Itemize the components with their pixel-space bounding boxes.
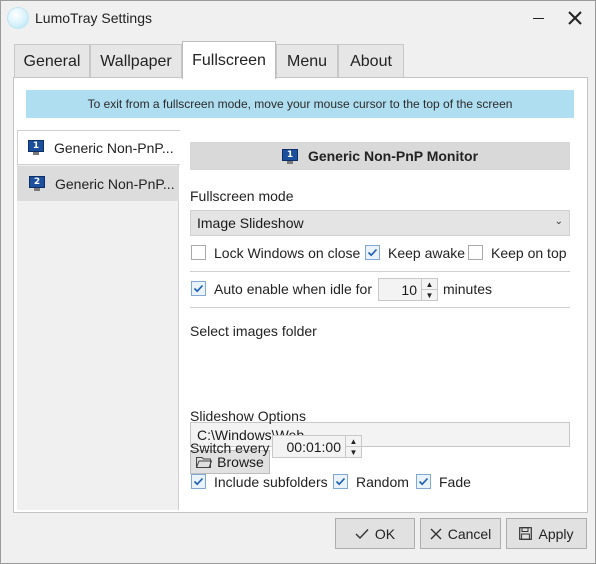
minutes-label: minutes bbox=[443, 281, 493, 297]
tab-wallpaper[interactable]: Wallpaper bbox=[90, 44, 182, 78]
keep-awake-label: Keep awake bbox=[388, 245, 466, 261]
fade-checkbox[interactable] bbox=[416, 474, 431, 489]
ok-button[interactable]: OK bbox=[335, 518, 415, 549]
close-button[interactable] bbox=[558, 1, 592, 35]
fade-label: Fade bbox=[439, 474, 471, 490]
fullscreen-mode-label: Fullscreen mode bbox=[190, 188, 294, 204]
check-icon bbox=[418, 477, 429, 486]
monitor-header: 1 Generic Non-PnP Monitor bbox=[190, 142, 570, 170]
stepper-down-icon[interactable]: ▼ bbox=[346, 446, 361, 457]
images-folder-label: Select images folder bbox=[190, 323, 317, 339]
monitor-list-item[interactable]: 2 Generic Non-PnP... bbox=[17, 166, 179, 201]
stepper-up-icon[interactable]: ▲ bbox=[422, 279, 437, 289]
folder-icon bbox=[196, 457, 213, 468]
monitor-settings: 1 Generic Non-PnP Monitor Fullscreen mod… bbox=[190, 130, 574, 510]
browse-label: Browse bbox=[217, 454, 264, 470]
slideshow-options-heading: Slideshow Options bbox=[190, 408, 306, 424]
tab-menu[interactable]: Menu bbox=[276, 44, 338, 78]
stepper-down-icon[interactable]: ▼ bbox=[422, 289, 437, 300]
cancel-button[interactable]: Cancel bbox=[420, 518, 501, 549]
monitor-label: Generic Non-PnP... bbox=[54, 139, 174, 156]
cancel-x-icon bbox=[430, 528, 442, 539]
monitor-icon: 2 bbox=[29, 176, 45, 191]
idle-minutes-stepper[interactable]: 10 ▲ ▼ bbox=[378, 278, 438, 301]
close-icon bbox=[568, 11, 582, 25]
tab-general[interactable]: General bbox=[14, 44, 90, 78]
chevron-down-icon: ⌄ bbox=[554, 216, 563, 227]
divider bbox=[190, 271, 570, 272]
switch-every-value: 00:01:00 bbox=[286, 438, 342, 455]
switch-every-stepper[interactable]: 00:01:00 ▲ ▼ bbox=[272, 435, 362, 458]
monitor-list: 1 Generic Non-PnP... 2 Generic Non-PnP..… bbox=[17, 130, 180, 510]
include-subfolders-checkbox[interactable] bbox=[191, 474, 206, 489]
fullscreen-panel: To exit from a fullscreen mode, move you… bbox=[13, 77, 588, 513]
minimize-icon bbox=[532, 17, 544, 20]
stepper-up-icon[interactable]: ▲ bbox=[346, 436, 361, 446]
keep-on-top-checkbox[interactable] bbox=[468, 245, 483, 260]
checkmark-icon bbox=[355, 528, 369, 539]
switch-every-label: Switch every bbox=[190, 440, 270, 456]
monitor-icon: 1 bbox=[281, 148, 298, 164]
monitor-name: Generic Non-PnP Monitor bbox=[307, 148, 479, 164]
auto-enable-checkbox[interactable] bbox=[191, 281, 206, 296]
save-disk-icon bbox=[519, 527, 533, 540]
check-icon bbox=[367, 248, 378, 257]
divider bbox=[190, 307, 570, 308]
fullscreen-mode-value: Image Slideshow bbox=[197, 215, 304, 231]
keep-awake-checkbox[interactable] bbox=[365, 245, 380, 260]
minimize-button[interactable] bbox=[521, 1, 555, 35]
tab-about[interactable]: About bbox=[338, 44, 404, 78]
check-icon bbox=[335, 477, 346, 486]
fullscreen-mode-select[interactable]: Image Slideshow ⌄ bbox=[190, 210, 570, 236]
random-label: Random bbox=[356, 474, 409, 490]
lock-windows-checkbox[interactable] bbox=[191, 245, 206, 260]
include-subfolders-label: Include subfolders bbox=[214, 474, 328, 490]
settings-window: LumoTray Settings General Wallpaper Full… bbox=[0, 0, 596, 564]
random-checkbox[interactable] bbox=[333, 474, 348, 489]
check-icon bbox=[193, 284, 204, 293]
apply-button[interactable]: Apply bbox=[506, 518, 587, 549]
check-icon bbox=[193, 477, 204, 486]
info-banner: To exit from a fullscreen mode, move you… bbox=[26, 90, 574, 118]
lumotray-app-icon bbox=[7, 7, 29, 29]
lock-windows-label: Lock Windows on close bbox=[214, 245, 361, 261]
keep-on-top-label: Keep on top bbox=[491, 245, 567, 261]
monitor-list-item[interactable]: 1 Generic Non-PnP... bbox=[17, 130, 180, 165]
window-title: LumoTray Settings bbox=[35, 10, 152, 26]
tab-fullscreen[interactable]: Fullscreen bbox=[182, 41, 276, 79]
monitor-icon: 1 bbox=[28, 140, 44, 155]
auto-enable-label: Auto enable when idle for bbox=[214, 281, 372, 297]
title-bar[interactable]: LumoTray Settings bbox=[1, 1, 595, 35]
monitor-label: Generic Non-PnP... bbox=[55, 175, 175, 192]
idle-minutes-value: 10 bbox=[401, 281, 417, 298]
